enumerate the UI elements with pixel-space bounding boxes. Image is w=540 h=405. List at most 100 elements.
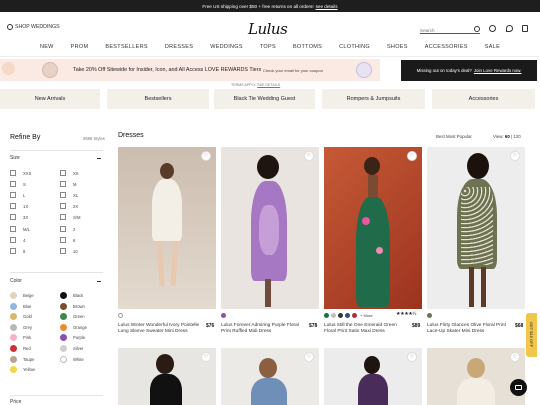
size-checkbox[interactable]: [60, 203, 66, 210]
category-tile-new-arrivals[interactable]: New Arrivals: [0, 89, 100, 109]
product-image[interactable]: ♡: [324, 147, 422, 309]
color-swatch-taupe[interactable]: [10, 355, 17, 363]
product-name[interactable]: Lulus Still the One Emerald Green Floral…: [324, 323, 410, 335]
discount-side-tab[interactable]: GET $15 OFF: [526, 313, 537, 357]
shopping-bag-icon[interactable]: [522, 25, 528, 32]
color-swatch-olive[interactable]: [427, 313, 432, 318]
nav-sale[interactable]: SALE: [476, 44, 508, 56]
product-image[interactable]: ♡: [427, 348, 525, 405]
product-name[interactable]: Lulus Forever Admiring Purple Floral Pri…: [221, 323, 307, 335]
wishlist-icon[interactable]: ♡: [201, 151, 211, 161]
size-checkbox[interactable]: [10, 214, 16, 221]
size-checkbox[interactable]: [60, 170, 66, 176]
size-label: 6: [73, 237, 76, 243]
color-swatch-red[interactable]: [352, 313, 357, 318]
size-filter-heading[interactable]: Size: [10, 155, 20, 161]
color-swatch-silver[interactable]: [60, 345, 67, 352]
size-checkbox[interactable]: [10, 203, 16, 210]
color-swatch-purple[interactable]: [221, 313, 226, 318]
product-image[interactable]: ♡: [118, 147, 216, 309]
color-swatch-silver[interactable]: [331, 313, 336, 318]
color-swatch-gold[interactable]: [10, 313, 17, 321]
color-swatch-black[interactable]: [338, 313, 343, 318]
size-checkbox[interactable]: [10, 247, 16, 254]
wishlist-icon[interactable]: ♡: [510, 151, 520, 161]
join-rewards-banner[interactable]: Missing out on today's deal? Join Love R…: [401, 60, 537, 81]
color-swatch-blue[interactable]: [10, 302, 17, 310]
join-rewards-link[interactable]: Join Love Rewards now.: [474, 68, 522, 73]
color-collapse-icon[interactable]: [97, 281, 101, 282]
color-swatch-green[interactable]: [60, 313, 67, 321]
heart-icon[interactable]: [506, 25, 513, 32]
nav-weddings[interactable]: WEDDINGS: [202, 44, 252, 56]
product-image[interactable]: ♡: [221, 147, 319, 309]
size-checkbox[interactable]: [60, 225, 66, 232]
category-tile-rompers[interactable]: Rompers & Jumpsuits: [322, 89, 425, 109]
category-tile-bestsellers[interactable]: Bestsellers: [107, 89, 209, 109]
wishlist-icon[interactable]: ♡: [304, 151, 314, 161]
site-logo[interactable]: Lulus: [248, 20, 288, 38]
color-swatch-brown[interactable]: [60, 302, 67, 310]
rewards-banner[interactable]: Take 20% Off Sitewide for Insider, Icon,…: [0, 59, 380, 81]
wishlist-icon[interactable]: ♡: [304, 352, 314, 362]
color-swatch-orange[interactable]: [60, 323, 67, 331]
nav-bottoms[interactable]: BOTTOMS: [284, 44, 330, 56]
wishlist-icon[interactable]: ♡: [510, 352, 520, 362]
sort-select[interactable]: Best Most Popular: [436, 134, 472, 139]
color-swatch-pink[interactable]: [10, 334, 17, 342]
size-checkbox[interactable]: [10, 170, 16, 176]
wishlist-icon[interactable]: ♡: [407, 151, 417, 161]
nav-prom[interactable]: PROM: [62, 44, 97, 56]
size-checkbox[interactable]: [60, 236, 66, 243]
nav-bestsellers[interactable]: BESTSELLERS: [97, 44, 156, 56]
product-name[interactable]: Lulus Flirty Glances Olive Floral Print …: [427, 323, 513, 335]
color-filter-heading[interactable]: Color: [10, 278, 22, 284]
nav-new[interactable]: NEW: [31, 44, 62, 56]
more-colors-link[interactable]: + More: [360, 313, 373, 318]
category-tile-black-tie[interactable]: Black Tie Wedding Guest: [214, 89, 315, 109]
color-swatch-beige[interactable]: [10, 292, 17, 299]
color-swatch-purple[interactable]: [60, 334, 67, 342]
account-icon[interactable]: [489, 25, 496, 32]
chat-button[interactable]: [510, 379, 527, 396]
shop-weddings-link[interactable]: SHOP WEDDINGS: [7, 24, 60, 30]
color-swatch-white[interactable]: [60, 355, 67, 363]
size-checkbox[interactable]: [10, 225, 16, 232]
wishlist-icon[interactable]: ♡: [201, 352, 211, 362]
product-image[interactable]: ♡: [427, 147, 525, 309]
wishlist-icon[interactable]: ♡: [407, 352, 417, 362]
color-swatch-navy[interactable]: [345, 313, 350, 318]
size-checkbox[interactable]: [60, 247, 66, 254]
nav-dresses[interactable]: DRESSES: [156, 44, 201, 56]
size-checkbox[interactable]: [60, 214, 66, 221]
product-image[interactable]: ♡: [118, 348, 216, 405]
search-input[interactable]: [420, 28, 472, 33]
color-swatch-ivory[interactable]: [118, 313, 123, 318]
promo-details-link[interactable]: see details: [316, 4, 338, 9]
product-image[interactable]: ♡: [324, 348, 422, 405]
nav-accessories[interactable]: ACCESSORIES: [416, 44, 476, 56]
size-checkbox[interactable]: [60, 181, 66, 188]
category-tile-accessories[interactable]: Accessories: [432, 89, 535, 109]
size-checkbox[interactable]: [10, 192, 16, 199]
color-swatch-red[interactable]: [10, 345, 17, 352]
search-icon[interactable]: [474, 26, 480, 32]
color-swatch-black[interactable]: [60, 292, 67, 299]
price-filter-heading[interactable]: Price: [10, 399, 21, 405]
view-60-option[interactable]: 60: [505, 134, 510, 139]
color-swatch-grey[interactable]: [10, 323, 17, 331]
search-field[interactable]: [420, 26, 480, 34]
product-name[interactable]: Lulus Winter Wonderful Ivory Pointelle L…: [118, 323, 204, 335]
size-checkbox[interactable]: [60, 192, 66, 199]
nav-clothing[interactable]: CLOTHING: [331, 44, 379, 56]
color-swatch-green[interactable]: [324, 313, 329, 318]
terms-link[interactable]: SEE DETAILS: [257, 83, 280, 87]
size-collapse-icon[interactable]: [97, 158, 101, 159]
size-checkbox[interactable]: [10, 181, 16, 188]
view-120-option[interactable]: 120: [513, 134, 520, 139]
color-swatch-yellow[interactable]: [10, 366, 17, 374]
nav-tops[interactable]: TOPS: [251, 44, 284, 56]
size-checkbox[interactable]: [10, 236, 16, 243]
product-image[interactable]: ♡: [221, 348, 319, 405]
nav-shoes[interactable]: SHOES: [378, 44, 416, 56]
